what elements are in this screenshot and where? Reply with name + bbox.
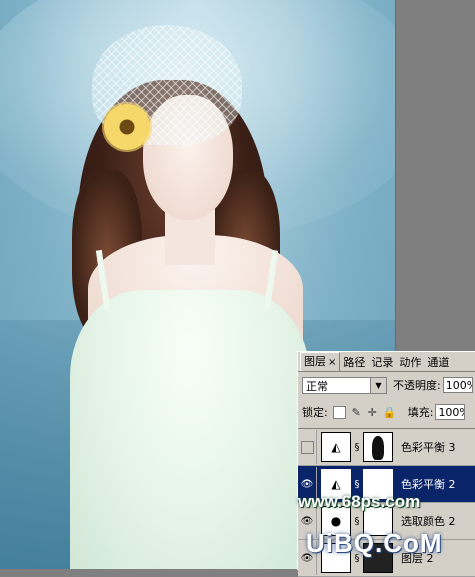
chain-link-icon[interactable]: §	[353, 442, 361, 453]
panel-tabs: 图层 × 路径 记录 动作 通道	[298, 352, 475, 372]
close-icon[interactable]: ×	[328, 357, 336, 368]
tab-paths[interactable]: 路径	[340, 354, 368, 371]
layer-row-color-balance-3[interactable]: ◭ § 色彩平衡 3	[298, 429, 475, 466]
lock-position-move-icon[interactable]: ✛	[367, 407, 378, 418]
tab-history[interactable]: 记录	[368, 354, 396, 371]
layer-name: 色彩平衡 2	[401, 478, 456, 491]
lock-transparent-pixels-icon[interactable]	[332, 405, 346, 419]
tab-paths-label: 路径	[343, 356, 366, 369]
tab-actions-label: 动作	[399, 356, 422, 369]
chain-link-icon[interactable]: §	[353, 516, 361, 527]
color-balance-adjustment-icon: ◭	[321, 432, 351, 462]
blend-mode-select[interactable]: 正常 ▼	[302, 376, 387, 394]
tab-channels[interactable]: 通道	[424, 354, 452, 371]
lock-all-padlock-icon[interactable]: 🔒	[383, 407, 397, 418]
watermark-uibq: UiBQ.CoM	[306, 528, 443, 558]
tab-history-label: 记录	[371, 356, 394, 369]
fill-label: 填充:	[407, 406, 434, 419]
tab-layers[interactable]: 图层 ×	[300, 352, 341, 371]
eye-icon: 👁	[300, 515, 314, 527]
watermark-68ps: www.68ps.com	[298, 492, 421, 511]
fill-input[interactable]: 100%	[435, 404, 466, 420]
hidden-eye-box-icon	[300, 440, 314, 454]
visibility-toggle[interactable]	[298, 430, 317, 464]
chain-link-icon[interactable]: §	[353, 479, 361, 490]
mask-silhouette	[372, 436, 384, 460]
tab-actions[interactable]: 动作	[396, 354, 424, 371]
lock-image-pixels-brush-icon[interactable]: ✎	[351, 407, 362, 418]
eye-icon: 👁	[300, 478, 314, 490]
tab-layers-label: 图层	[304, 355, 326, 368]
blend-row: 正常 ▼ 不透明度: 100%	[302, 375, 475, 395]
opacity-label: 不透明度:	[393, 379, 441, 392]
layer-name: 色彩平衡 3	[401, 441, 456, 454]
lock-row: 锁定: ✎ ✛ 🔒 填充: 100%	[302, 402, 475, 422]
tab-channels-label: 通道	[427, 356, 450, 369]
photo-flower	[104, 104, 150, 150]
opacity-input[interactable]: 100%	[442, 377, 473, 393]
chevron-down-icon[interactable]: ▼	[370, 377, 386, 393]
layer-name: 选取颜色 2	[401, 515, 456, 528]
photo-dress	[70, 290, 310, 569]
layer-mask-thumbnail[interactable]	[363, 432, 393, 462]
blend-mode-value: 正常	[306, 379, 328, 393]
lock-label: 锁定:	[302, 406, 328, 419]
